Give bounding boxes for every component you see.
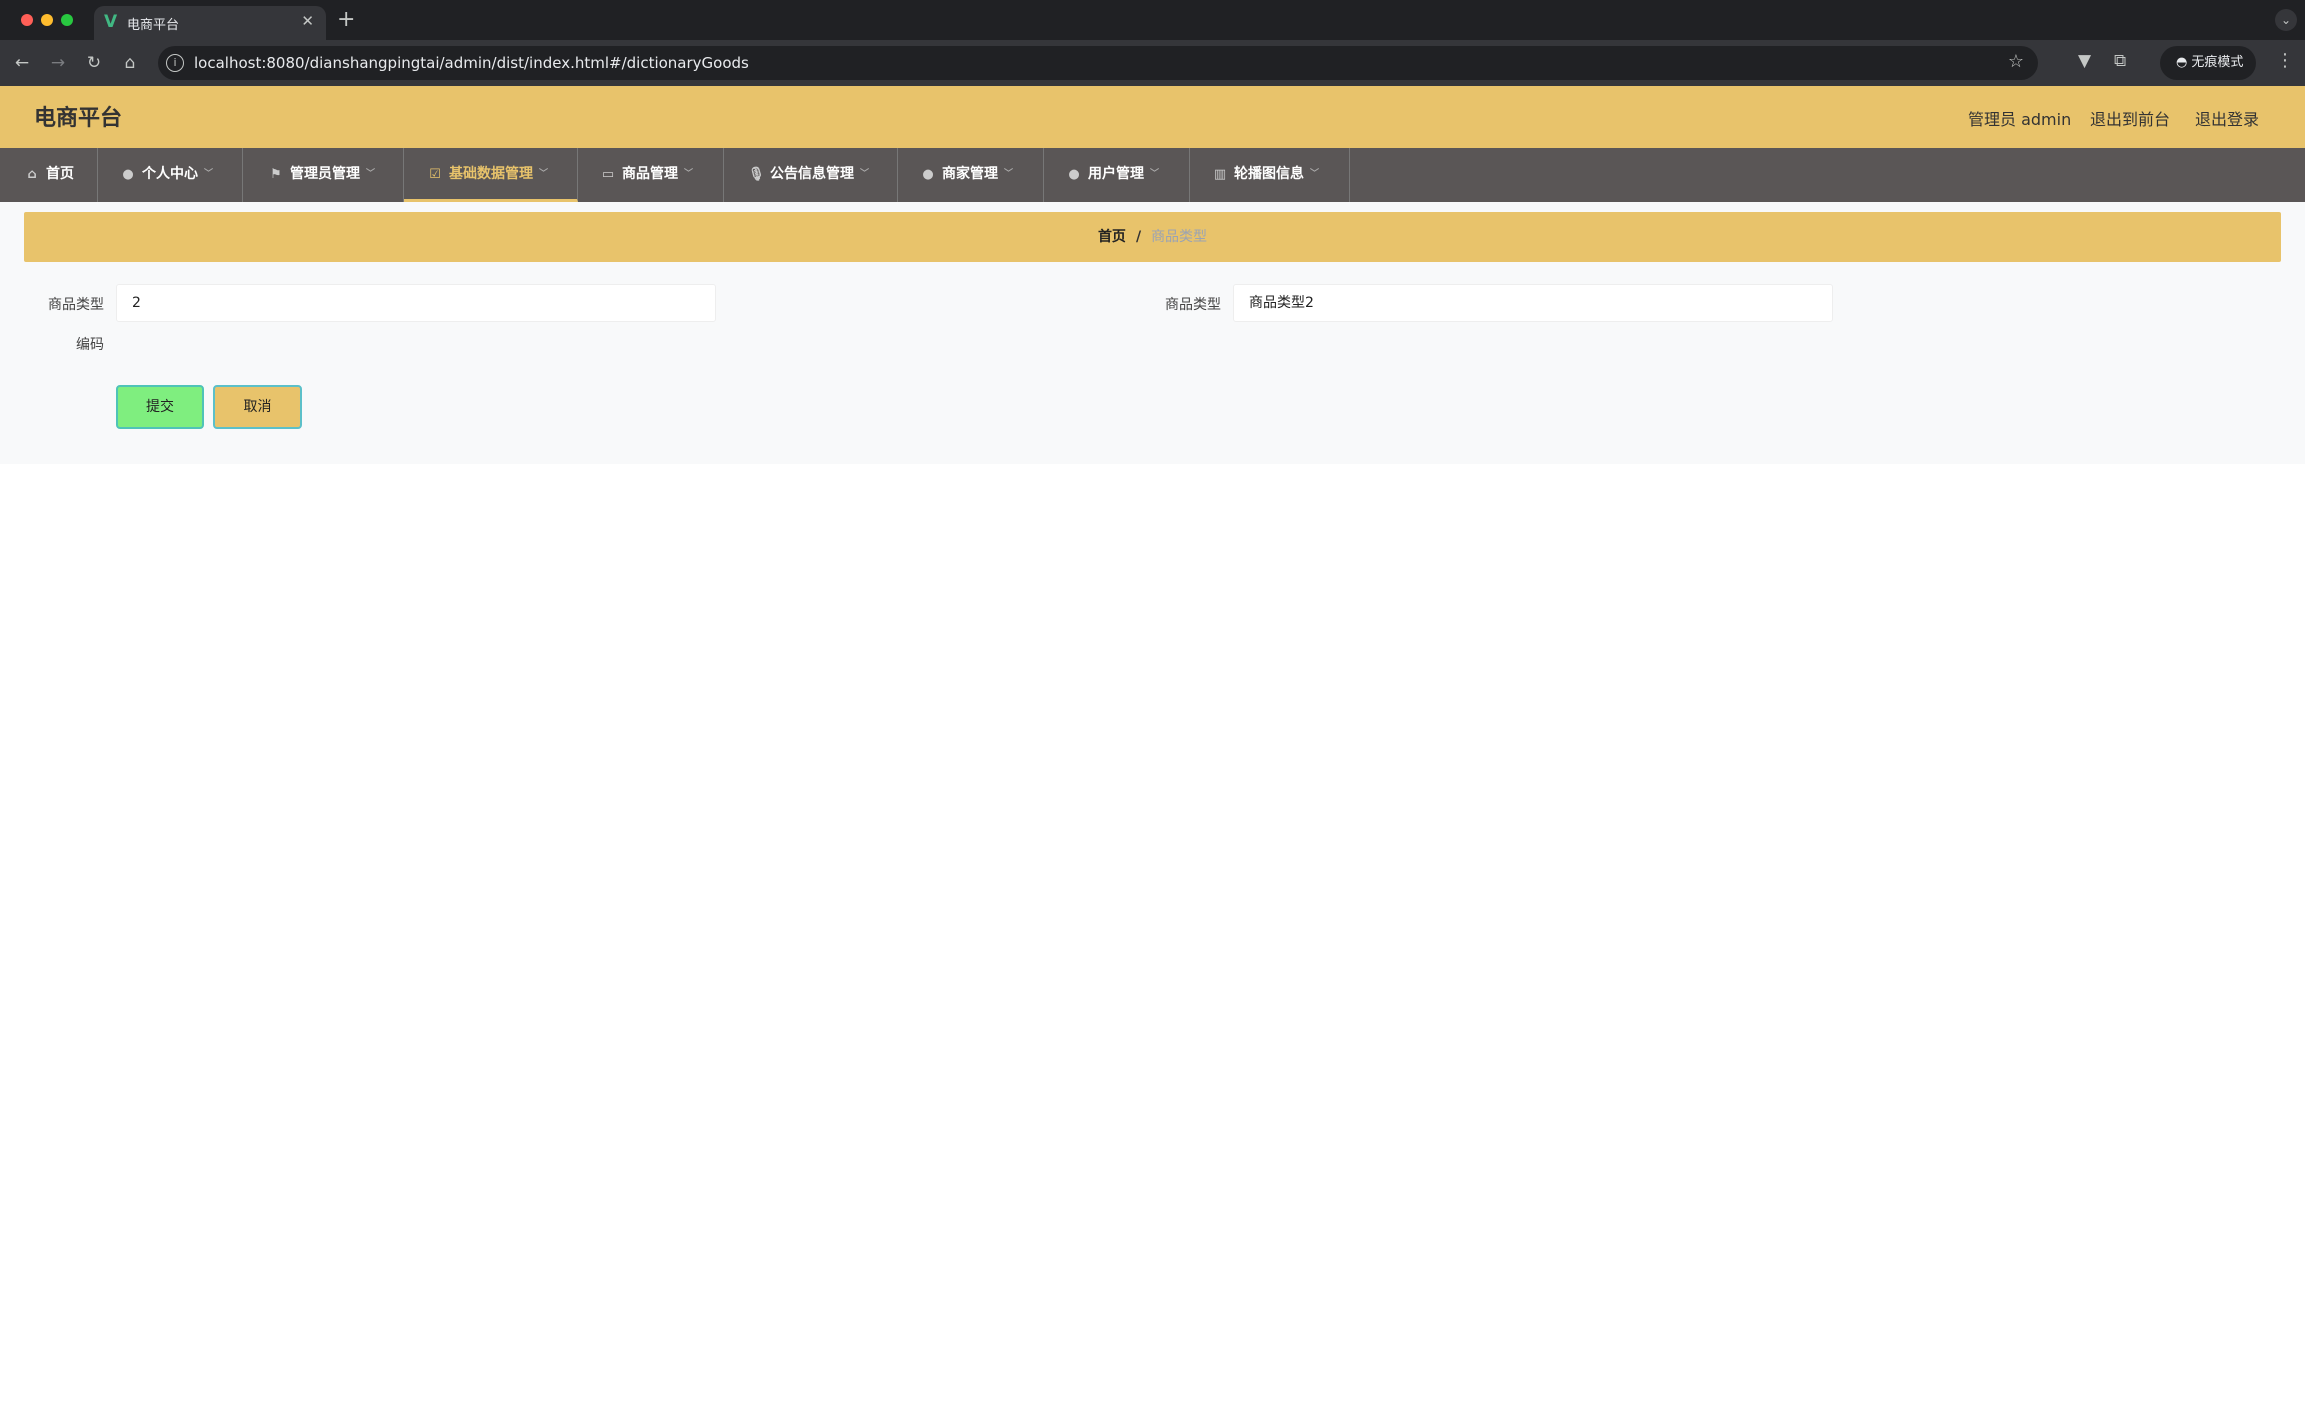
menu-item-label: 轮播图信息 [1234,166,1304,182]
card-icon: ▭ [601,167,615,182]
bar-chart-icon: ▥ [1213,167,1227,182]
menu-item-label: 管理员管理 [290,166,360,182]
menu-item-label: 基础数据管理 [449,166,533,182]
exit-to-front-link[interactable]: 退出到前台 [2090,106,2170,130]
person-icon: ● [1068,167,1080,182]
breadcrumb: 首页 / 商品类型 [24,212,2281,262]
chevron-down-icon: ﹀ [1150,169,1160,179]
location-pin-icon: ● [922,167,934,182]
menu-item-label: 公告信息管理 [770,166,854,182]
menu-item-carousel[interactable]: ▥ 轮播图信息 ﹀ [1190,148,1350,202]
menu-item-label: 用户管理 [1088,166,1144,182]
menu-item-personal-center[interactable]: ● 个人中心 ﹀ [98,148,243,202]
goods-type-name-input[interactable]: 商品类型2 [1233,284,1833,322]
user-icon: ● [122,167,134,182]
home-icon: ⌂ [27,167,37,182]
menu-item-label: 商家管理 [942,166,998,182]
bookmark-star-icon[interactable]: ☆ [2008,51,2024,72]
browser-tab[interactable]: V 电商平台 ✕ [94,6,326,40]
incognito-icon: ◓ [2176,55,2188,70]
minimize-window-button[interactable] [41,14,53,26]
browser-toolbar: ← → ↻ ⌂ i localhost:8080/dianshangpingta… [0,40,2305,86]
goods-type-name-label: 商品类型 [1165,297,1221,313]
incognito-label: 无痕模式 [2191,55,2244,70]
checkbox-icon: ☑ [429,167,441,182]
browser-window: V 电商平台 ✕ + ⌄ ← → ↻ ⌂ i localhost:8080/di… [0,0,2305,1415]
app-title: 电商平台 [34,106,123,131]
vue-devtools-extension-icon[interactable]: ▼ [2078,51,2091,71]
tab-title: 电商平台 [127,18,180,33]
breadcrumb-home-link[interactable]: 首页 [1098,229,1126,245]
chevron-down-icon: ﹀ [366,169,376,179]
tab-close-icon[interactable]: ✕ [301,12,314,30]
chevron-down-icon: ﹀ [204,169,214,179]
forward-arrow-icon[interactable]: → [46,51,70,75]
chevron-down-icon: ﹀ [684,169,694,179]
incognito-badge[interactable]: ◓ 无痕模式 [2160,46,2256,80]
goods-type-code-input[interactable]: 2 [116,284,716,322]
code-field-label-line2: 编码 [76,337,104,353]
chevron-down-icon: ﹀ [1310,169,1320,179]
tab-strip: V 电商平台 ✕ + ⌄ [0,0,2305,40]
close-window-button[interactable] [21,14,33,26]
current-user-label: 管理员 admin [1968,110,2072,129]
reload-icon[interactable]: ↻ [82,51,106,75]
extensions-puzzle-icon[interactable]: ⧉ [2114,51,2126,71]
menu-item-label: 个人中心 [142,166,198,182]
menu-item-user-management[interactable]: ● 用户管理 ﹀ [1044,148,1190,202]
app-header: 电商平台 管理员 admin 退出到前台 退出登录 [0,86,2305,148]
main-menu: ⌂ 首页 ● 个人中心 ﹀ ⚑ 管理员管理 ﹀ ☑ 基础数据管理 ﹀ ▭ 商品管理 ﹀ 🎙 公告信息… [0,148,2305,202]
submit-button[interactable]: 提交 [116,385,204,429]
menu-item-basic-data[interactable]: ☑ 基础数据管理 ﹀ [404,148,578,202]
chevron-down-icon: ﹀ [860,169,870,179]
flag-icon: ⚑ [270,167,282,182]
code-field-label-line1: 商品类型 [48,297,104,313]
cancel-button[interactable]: 取消 [213,385,302,429]
main-content: 首页 / 商品类型 商品类型 编码 2 商品类型 商品类型2 [0,202,2305,464]
menu-item-merchant-management[interactable]: ● 商家管理 ﹀ [898,148,1044,202]
menu-item-label: 商品管理 [622,166,678,182]
new-tab-icon[interactable]: + [337,7,355,32]
site-info-icon[interactable]: i [166,54,184,72]
menu-item-label: 首页 [46,166,74,182]
logout-link[interactable]: 退出登录 [2195,106,2259,130]
browser-menu-icon[interactable]: ⋮ [2276,50,2294,71]
url-text: localhost:8080/dianshangpingtai/admin/di… [194,54,749,72]
menu-item-announcement[interactable]: 🎙 公告信息管理 ﹀ [724,148,898,202]
maximize-window-button[interactable] [61,14,73,26]
menu-item-goods-management[interactable]: ▭ 商品管理 ﹀ [578,148,724,202]
menu-item-admin-management[interactable]: ⚑ 管理员管理 ﹀ [243,148,404,202]
tab-search-chevron-icon[interactable]: ⌄ [2275,9,2297,31]
vue-favicon-icon: V [104,12,118,32]
breadcrumb-separator: / [1135,229,1142,245]
chevron-down-icon: ﹀ [539,169,549,179]
menu-item-home[interactable]: ⌂ 首页 [0,148,98,202]
home-button-icon[interactable]: ⌂ [118,51,142,75]
address-bar[interactable]: i localhost:8080/dianshangpingtai/admin/… [158,46,2038,80]
chevron-down-icon: ﹀ [1004,169,1014,179]
microphone-icon: 🎙 [748,167,765,182]
breadcrumb-current: 商品类型 [1151,229,1208,245]
back-arrow-icon[interactable]: ← [10,51,34,75]
